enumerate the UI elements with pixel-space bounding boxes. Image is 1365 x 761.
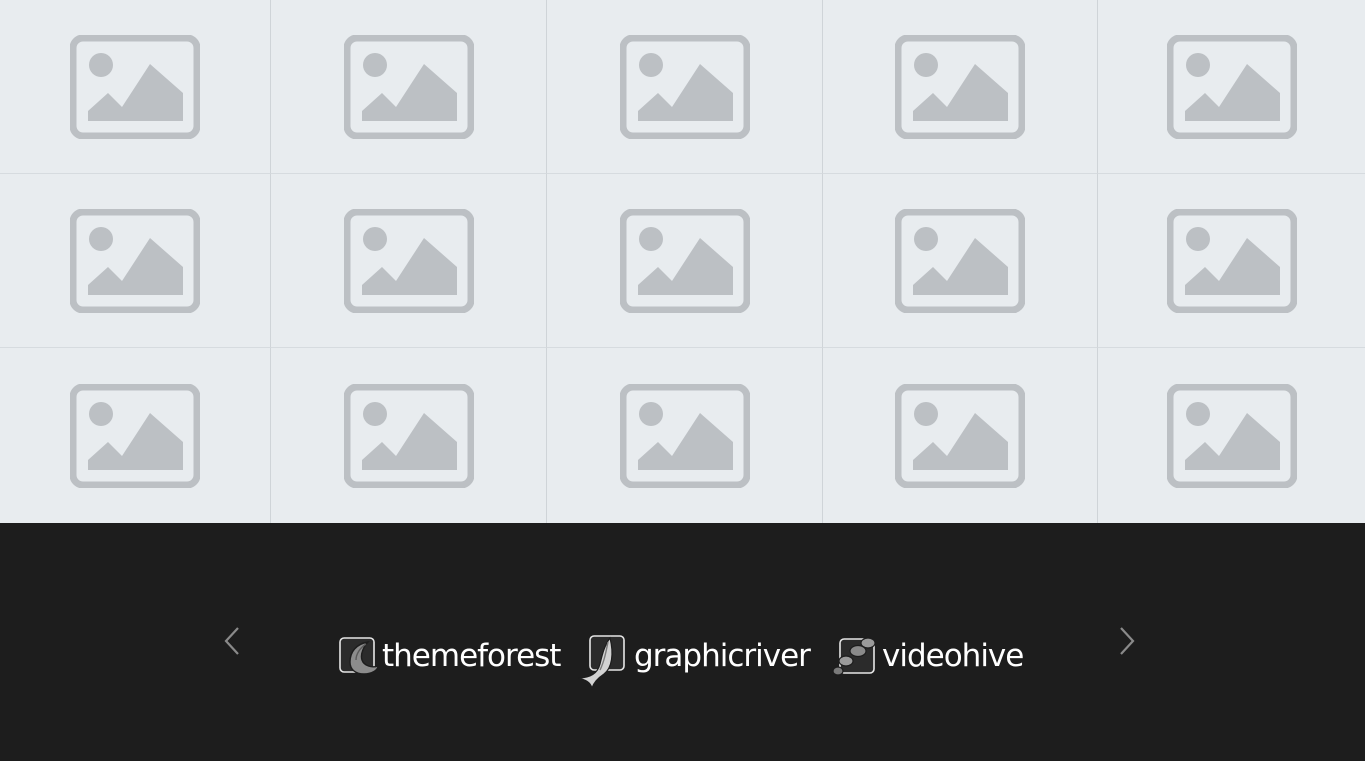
image-placeholder-icon [895,383,1025,488]
image-placeholder-icon [343,383,474,488]
gallery-tile[interactable] [0,174,271,348]
carousel-next-button[interactable] [1114,624,1138,658]
brand-name: themeforest [382,638,561,674]
image-placeholder-icon [343,34,474,139]
brand-videohive[interactable]: videohive [832,631,1024,681]
gallery-tile[interactable] [547,174,823,348]
gallery-tile[interactable] [1098,348,1365,523]
gallery-tile[interactable] [271,174,547,348]
image-placeholder-icon [895,208,1025,313]
carousel-prev-button[interactable] [221,624,245,658]
image-placeholder-icon [1166,383,1297,488]
gallery-tile[interactable] [0,0,271,174]
gallery-tile[interactable] [271,0,547,174]
chevron-right-icon [1120,627,1135,655]
image-gallery [0,0,1365,523]
image-placeholder-icon [895,34,1025,139]
graphicriver-logo-icon [577,635,625,690]
gallery-tile[interactable] [0,348,271,523]
gallery-tile[interactable] [823,174,1098,348]
image-placeholder-icon [1166,208,1297,313]
gallery-tile[interactable] [1098,0,1365,174]
videohive-logo-icon [832,637,876,676]
image-placeholder-icon [70,208,200,313]
gallery-tile[interactable] [1098,174,1365,348]
chevron-left-icon [224,627,239,655]
brand-graphicriver[interactable]: graphicriver [574,631,811,690]
image-placeholder-icon [70,34,200,139]
brand-name: graphicriver [634,638,811,674]
brand-carousel: themeforest graphicriver videohive [0,523,1365,761]
gallery-tile[interactable] [547,0,823,174]
image-placeholder-icon [619,34,750,139]
gallery-tile[interactable] [823,348,1098,523]
brand-name: videohive [882,638,1024,674]
gallery-tile[interactable] [271,348,547,523]
image-placeholder-icon [70,383,200,488]
image-placeholder-icon [619,208,750,313]
gallery-tile[interactable] [823,0,1098,174]
image-placeholder-icon [343,208,474,313]
image-placeholder-icon [1166,34,1297,139]
image-placeholder-icon [619,383,750,488]
brand-themeforest[interactable]: themeforest [338,631,561,681]
gallery-tile[interactable] [547,348,823,523]
themeforest-logo-icon [339,637,378,675]
